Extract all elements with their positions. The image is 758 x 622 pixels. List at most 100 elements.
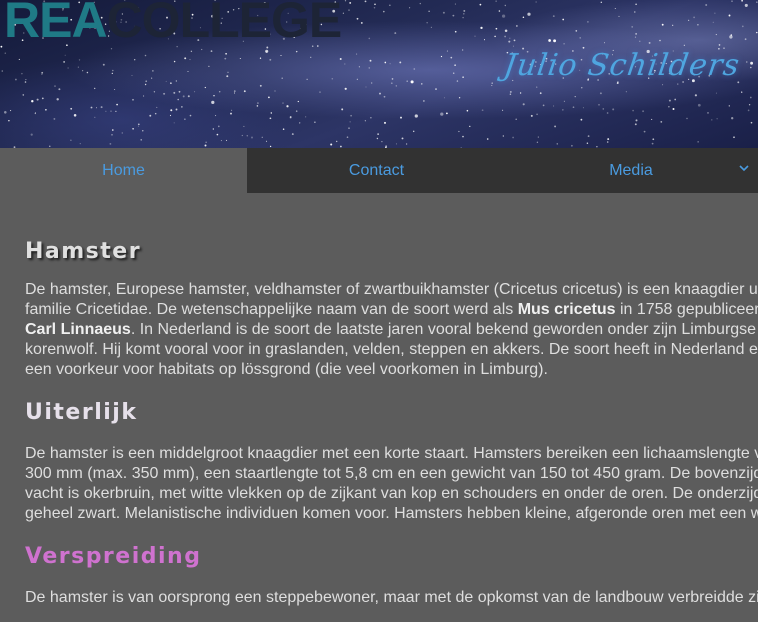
star (256, 105, 259, 107)
star (635, 119, 638, 122)
star (389, 63, 391, 65)
star (246, 135, 249, 137)
star (64, 54, 66, 56)
star (344, 0, 347, 2)
star (265, 140, 268, 142)
nav-tab-media[interactable]: Media (506, 148, 756, 193)
star (552, 15, 555, 17)
star (390, 82, 393, 85)
star (409, 7, 411, 9)
star (243, 90, 246, 93)
paragraph-line: Carl Linnaeus. In Nederland is de soort … (25, 321, 757, 338)
header-banner: REACOLLEGE Julio Schilders (0, 0, 758, 148)
star (111, 72, 113, 74)
star (744, 38, 747, 41)
section-heading-hamster: Hamster (25, 239, 142, 264)
star (469, 125, 471, 128)
star (683, 44, 685, 46)
star (356, 78, 358, 80)
star (604, 42, 605, 44)
star (728, 14, 731, 17)
star (731, 117, 734, 120)
star (694, 94, 698, 97)
star (131, 74, 133, 77)
star (756, 31, 758, 34)
star (494, 35, 496, 38)
star (346, 136, 349, 139)
star (668, 99, 671, 102)
section-heading-uiterlijk: Uiterlijk (25, 400, 138, 425)
star (215, 115, 217, 117)
star (364, 0, 367, 3)
star (184, 118, 186, 120)
star (446, 50, 448, 52)
paragraph-line: korenwolf. Hij komt vooral voor in grasl… (25, 341, 758, 358)
star (749, 96, 752, 99)
paragraph-line: een voorkeur voor habitats op lössgrond … (25, 361, 548, 378)
star (606, 112, 609, 114)
star (635, 33, 637, 35)
star (299, 122, 301, 124)
star (370, 117, 372, 119)
star (741, 0, 743, 2)
star (189, 58, 191, 61)
nav-tab-contact[interactable]: Contact (247, 148, 506, 193)
star (435, 88, 437, 91)
star (280, 54, 282, 57)
star (401, 137, 404, 140)
star (452, 72, 455, 74)
star (173, 122, 175, 124)
star (553, 105, 555, 107)
star (456, 80, 459, 82)
star (632, 109, 634, 112)
chevron-down-icon[interactable] (738, 162, 750, 174)
star (169, 114, 172, 117)
star (513, 39, 516, 42)
star (53, 117, 56, 120)
star (210, 50, 213, 52)
star (261, 136, 263, 138)
star (756, 1, 758, 3)
star (491, 82, 493, 84)
star (306, 78, 308, 80)
star (45, 109, 47, 111)
star (78, 59, 81, 61)
star (731, 0, 733, 2)
star (111, 133, 113, 136)
star (652, 138, 655, 141)
star (282, 128, 285, 130)
star (458, 130, 460, 133)
star (175, 108, 178, 111)
star (1, 70, 4, 72)
star (105, 110, 107, 112)
star (369, 59, 372, 62)
star (687, 19, 690, 22)
star (364, 120, 366, 122)
star (674, 98, 677, 101)
star (95, 107, 98, 109)
star (748, 104, 751, 106)
star (187, 95, 190, 98)
star (295, 50, 298, 53)
star (463, 9, 466, 12)
star (659, 39, 661, 42)
star (178, 90, 181, 93)
star (134, 59, 136, 61)
article-content: Hamster De hamster, Europese hamster, ve… (25, 215, 758, 608)
star (144, 54, 147, 57)
star (330, 143, 333, 146)
star (137, 125, 140, 127)
logo-part-rea: REA (4, 0, 108, 48)
star (587, 21, 589, 23)
star (142, 130, 144, 132)
star (498, 10, 501, 12)
star (335, 140, 338, 143)
star (239, 57, 241, 60)
site-logo[interactable]: REACOLLEGE (4, 0, 342, 50)
star (374, 3, 376, 6)
star (211, 100, 215, 105)
section-body-uiterlijk: De hamster is een middelgroot knaagdier … (25, 444, 758, 524)
star (184, 57, 187, 60)
star (348, 9, 350, 11)
nav-tab-home[interactable]: Home (0, 148, 247, 193)
